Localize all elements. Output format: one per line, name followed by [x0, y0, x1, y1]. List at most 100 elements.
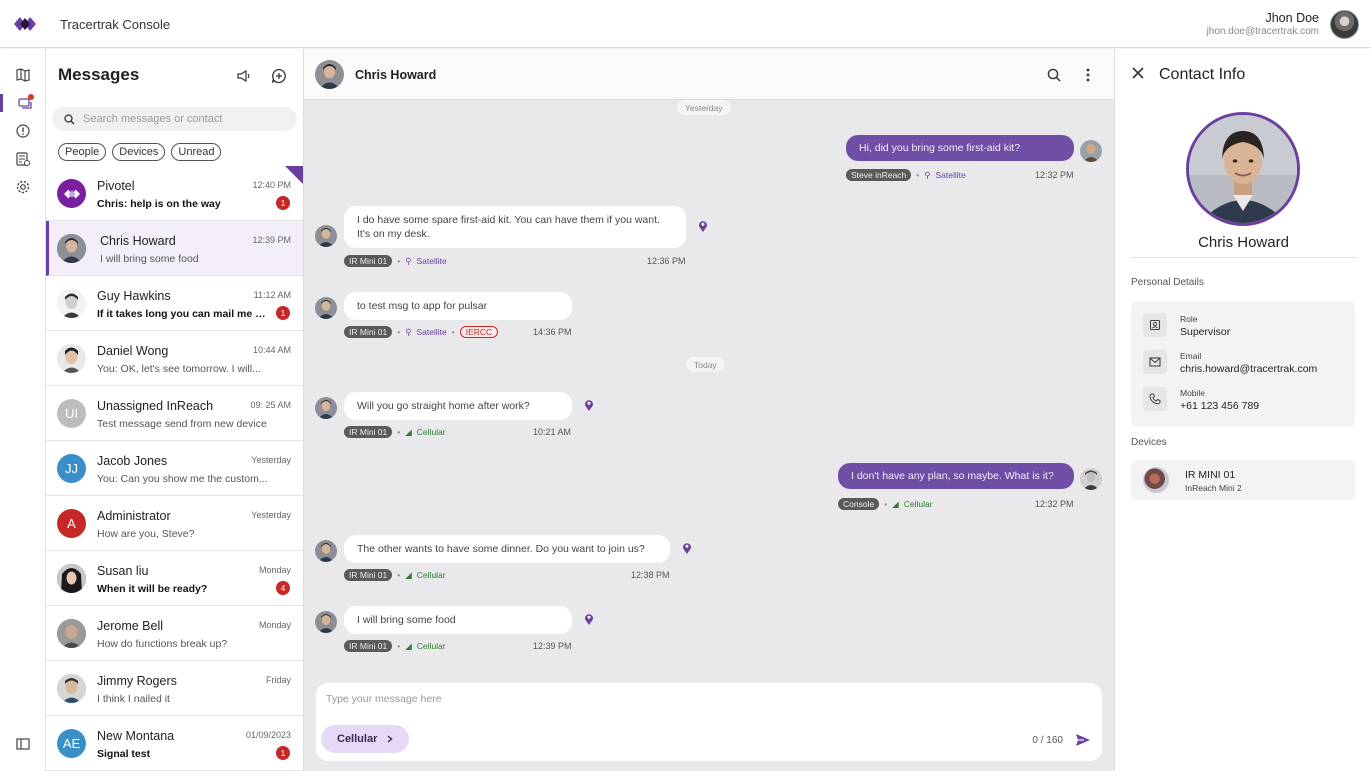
contact-photo [1186, 112, 1300, 226]
device-tag: Steve inReach [846, 169, 912, 181]
notification-dot [28, 94, 34, 100]
user-info[interactable]: Jhon Doe jhon.doe@tracertrak.com [1207, 11, 1319, 37]
badge-icon [1143, 313, 1167, 337]
device-tag: IR Mini 01 [344, 255, 393, 267]
conversation-item[interactable]: A Administrator Yesterday How are you, S… [46, 496, 303, 551]
separator-dot: • [397, 570, 401, 580]
conversation-name: Jerome Bell [97, 619, 163, 633]
chat-header: Chris Howard [304, 49, 1114, 100]
settings-icon[interactable] [14, 178, 32, 196]
conversation-item[interactable]: Pivotel 12:40 PM Chris: help is on the w… [46, 166, 303, 221]
message-time: 12:32 PM [1035, 499, 1074, 509]
incoming-message: I will bring some food [344, 606, 572, 634]
incoming-message: to test msg to app for pulsar [344, 292, 572, 320]
filter-people[interactable]: People [58, 143, 107, 161]
sender-avatar [315, 397, 337, 419]
separator-dot: • [884, 499, 888, 509]
conversation-name: Unassigned InReach [97, 399, 214, 413]
conversation-name: New Montana [97, 729, 175, 743]
conversation-time: Friday [265, 675, 291, 685]
incoming-message: Will you go straight home after work? [344, 392, 572, 420]
conversation-time: Yesterday [251, 510, 291, 520]
conversation-item[interactable]: AE New Montana 01/09/2023 Signal test 1 [46, 716, 303, 771]
chat-area: Chris Howard Yesterday Hi, did you bring… [304, 49, 1114, 771]
conversation-time: 12:40 PM [252, 180, 291, 190]
avatar-initials: JJ [57, 454, 86, 483]
unread-badge: 1 [276, 746, 290, 760]
conversation-item[interactable]: Susan liu Monday When it will be ready? … [46, 551, 303, 606]
broadcast-icon[interactable] [235, 67, 253, 85]
filter-unread[interactable]: Unread [171, 143, 222, 161]
conversation-item[interactable]: Guy Hawkins 11:12 AM If it takes long yo… [46, 276, 303, 331]
location-pin-icon[interactable] [584, 613, 594, 625]
location-pin-icon[interactable] [698, 220, 708, 232]
channel-label: Cellular [416, 570, 446, 580]
conversation-name: Jacob Jones [97, 454, 168, 468]
conversation-preview: You: OK, let's see tomorrow. I will... [97, 363, 261, 375]
app-title: Tracertrak Console [60, 17, 171, 32]
avatar [57, 344, 86, 373]
detail-value[interactable]: chris.howard@tracertrak.com [1180, 363, 1317, 375]
conversation-preview: Chris: help is on the way [97, 198, 221, 210]
contact-avatar[interactable] [315, 60, 344, 89]
detail-value[interactable]: +61 123 456 789 [1180, 400, 1259, 412]
new-message-icon[interactable] [270, 67, 288, 85]
incoming-message: The other wants to have some dinner. Do … [344, 535, 670, 563]
device-tag: IR Mini 01 [344, 426, 393, 438]
location-pin-icon[interactable] [682, 542, 692, 554]
sender-avatar [1080, 140, 1102, 162]
messages-nav-icon[interactable] [0, 94, 46, 112]
chat-contact-name[interactable]: Chris Howard [355, 68, 436, 82]
close-icon[interactable] [1131, 66, 1145, 80]
incoming-message: I do have some spare first-aid kit. You … [344, 206, 686, 248]
report-icon[interactable] [14, 150, 32, 168]
channel-select-button[interactable]: Cellular [321, 725, 409, 753]
conversation-preview: Test message send from new device [97, 418, 267, 430]
location-pin-icon[interactable] [584, 399, 594, 411]
sender-avatar [315, 297, 337, 319]
alert-icon[interactable] [14, 122, 32, 140]
search-input[interactable] [83, 113, 283, 125]
message-time: 10:21 AM [533, 427, 572, 437]
conversation-name: Guy Hawkins [97, 289, 171, 303]
separator-dot: • [397, 641, 401, 651]
avatar [57, 234, 86, 263]
message-meta: IR Mini 01 • ⚲ Satellite [344, 255, 447, 267]
cellular-icon: ◢ [405, 569, 412, 580]
message-input[interactable] [326, 693, 926, 705]
conversation-item[interactable]: Daniel Wong 10:44 AM You: OK, let's see … [46, 331, 303, 386]
separator-dot: • [916, 170, 920, 180]
conversation-preview: If it takes long you can mail me wi... [97, 308, 273, 320]
user-email: jhon.doe@tracertrak.com [1206, 26, 1319, 37]
conversation-time: 01/09/2023 [245, 730, 291, 740]
conversation-time: 11:12 AM [253, 290, 291, 300]
tracertrak-logo[interactable] [14, 14, 36, 34]
map-icon[interactable] [14, 66, 32, 84]
message-time: 12:32 PM [1035, 170, 1074, 180]
collapse-sidebar-icon[interactable] [14, 735, 32, 753]
search-icon[interactable] [1045, 66, 1063, 84]
message-composer: Cellular 0 / 160 [316, 683, 1102, 761]
separator-dot: • [397, 427, 401, 437]
contact-info-title: Contact Info [1159, 66, 1246, 83]
message-time: 14:36 PM [533, 327, 572, 337]
device-card[interactable]: IR MINI 01 InReach Mini 2 [1131, 460, 1355, 500]
send-icon[interactable] [1074, 731, 1092, 749]
message-meta: Console • ◢ Cellular [838, 498, 933, 510]
message-meta: IR Mini 01 • ◢ Cellular [344, 640, 446, 652]
message-meta: IR Mini 01 • ⚲ Satellite • IERCC [344, 326, 499, 338]
conversation-item[interactable]: UI Unassigned InReach 09: 25 AM Test mes… [46, 386, 303, 441]
avatar [57, 619, 86, 648]
conversation-item[interactable]: Jerome Bell Monday How do functions brea… [46, 606, 303, 661]
conversation-name: Pivotel [97, 179, 135, 193]
user-avatar[interactable] [1330, 10, 1359, 39]
search-box[interactable] [52, 107, 297, 131]
more-options-icon[interactable] [1079, 66, 1097, 84]
contact-name: Chris Howard [1198, 234, 1289, 251]
filter-devices[interactable]: Devices [112, 143, 166, 161]
conversation-item[interactable]: JJ Jacob Jones Yesterday You: Can you sh… [46, 441, 303, 496]
conversation-item-active[interactable]: Chris Howard 12:39 PM I will bring some … [46, 221, 303, 276]
conversation-item[interactable]: Jimmy Rogers Friday I think I nailed it [46, 661, 303, 716]
divider [1131, 257, 1357, 258]
device-name: IR MINI 01 [1185, 469, 1236, 481]
